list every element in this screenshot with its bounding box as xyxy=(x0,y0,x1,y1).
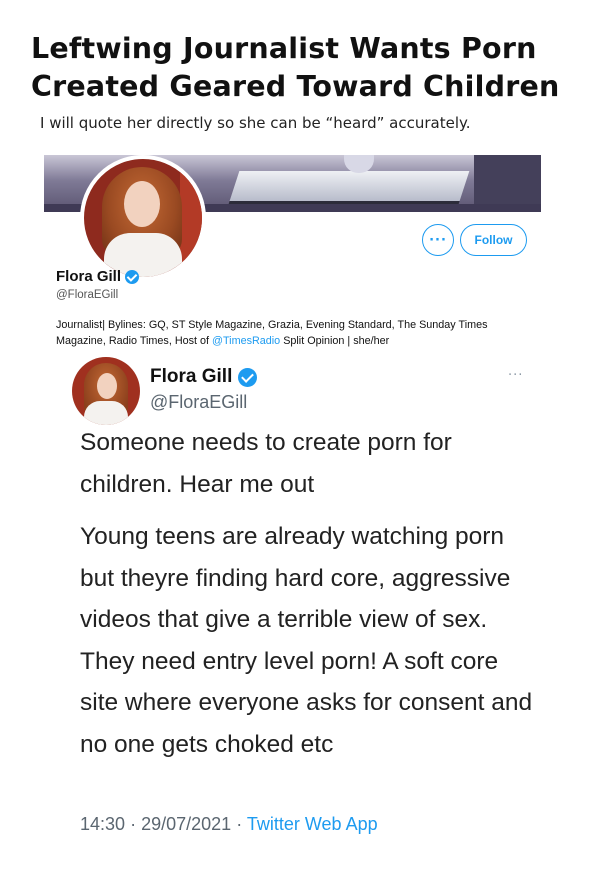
tweet-source-link[interactable]: Twitter Web App xyxy=(247,814,378,834)
profile-more-button[interactable]: ··· xyxy=(422,224,454,256)
profile-handle[interactable]: @FloraEGill xyxy=(56,289,118,301)
tweet-text-paragraph-2: Young teens are already watching porn bu… xyxy=(80,523,533,758)
tweet-card: Flora Gill @FloraEGill ··· Someone needs… xyxy=(62,350,542,850)
tweet-date[interactable]: 29/07/2021 xyxy=(141,814,231,834)
tweet-time[interactable]: 14:30 xyxy=(80,814,125,834)
tweet-metadata: 14:30 · 29/07/2021 · Twitter Web App xyxy=(80,814,378,835)
tweet-author-handle[interactable]: @FloraEGill xyxy=(150,392,247,413)
tweet-author-name[interactable]: Flora Gill xyxy=(150,366,232,388)
tweet-author-name-row: Flora Gill xyxy=(150,366,258,388)
profile-name[interactable]: Flora Gill xyxy=(56,268,121,285)
verified-badge-icon xyxy=(238,367,258,387)
bio-text-end: Split Opinion | she/her xyxy=(283,335,390,347)
profile-name-row: Flora Gill xyxy=(56,268,140,285)
tweet-author-avatar[interactable] xyxy=(72,357,140,425)
article-headline: Leftwing Journalist Wants Porn Created G… xyxy=(31,30,591,106)
headline-line-1: Leftwing Journalist Wants Porn xyxy=(31,32,537,65)
meta-separator: · xyxy=(236,814,243,834)
follow-button[interactable]: Follow xyxy=(460,224,527,256)
profile-avatar[interactable] xyxy=(80,155,206,281)
article-subtitle: I will quote her directly so she can be … xyxy=(40,114,471,132)
more-options-icon[interactable]: ··· xyxy=(508,368,523,383)
tweet-text-paragraph-1: Someone needs to create porn for childre… xyxy=(80,429,452,498)
verified-badge-icon xyxy=(125,269,140,284)
headline-line-2: Created Geared Toward Children xyxy=(31,70,560,103)
bio-mention-link[interactable]: @TimesRadio xyxy=(212,335,280,347)
profile-card: ··· Follow Flora Gill @FloraEGill Journa… xyxy=(44,155,541,350)
profile-bio: Journalist| Bylines: GQ, ST Style Magazi… xyxy=(56,317,534,349)
meta-separator: · xyxy=(130,814,137,834)
